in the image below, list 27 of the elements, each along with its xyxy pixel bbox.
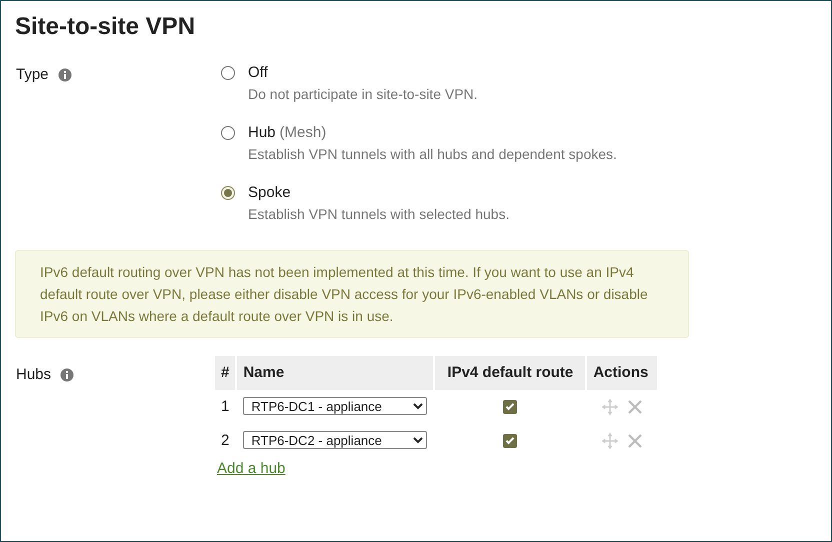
option-description: Establish VPN tunnels with selected hubs. — [248, 205, 510, 224]
page-title: Site-to-site VPN — [15, 12, 196, 42]
row-number: 2 — [220, 430, 230, 451]
column-header: IPv4 default route — [435, 356, 586, 390]
hub-select[interactable]: RTP6-DC1 - appliance — [243, 397, 428, 415]
option-label: Spoke — [248, 183, 291, 203]
info-icon[interactable] — [58, 68, 72, 82]
option-description: Do not participate in site-to-site VPN. — [248, 85, 478, 104]
column-header: Name — [237, 356, 434, 390]
notice-banner: IPv6 default routing over VPN has not been implemented at this time. If you want to use an IPv4 default route over VPN, please either disable VPN access for your IPv6-enabled VLANs or disable IPv6 on VLANs where a default route over VPN is in use. — [15, 250, 689, 338]
radio-button[interactable] — [221, 66, 235, 80]
option-description: Establish VPN tunnels with all hubs and dependent spokes. — [248, 145, 617, 164]
column-header: Actions — [587, 356, 658, 390]
column-header: # — [215, 356, 236, 390]
add-hub-link[interactable]: Add a hub — [217, 458, 286, 480]
type-label: Type — [16, 65, 49, 85]
hub-select[interactable]: RTP6-DC2 - appliance — [243, 431, 428, 449]
option-label: Hub — [248, 123, 276, 143]
option-suffix: (Mesh) — [280, 123, 326, 143]
checkbox[interactable] — [503, 400, 518, 414]
checkbox[interactable] — [503, 434, 518, 448]
row-number: 1 — [220, 396, 230, 417]
info-icon[interactable] — [60, 368, 74, 382]
hubs-label: Hubs — [16, 365, 52, 385]
radio-button[interactable] — [221, 126, 235, 140]
radio-button[interactable] — [221, 186, 235, 200]
option-label: Off — [248, 63, 268, 83]
